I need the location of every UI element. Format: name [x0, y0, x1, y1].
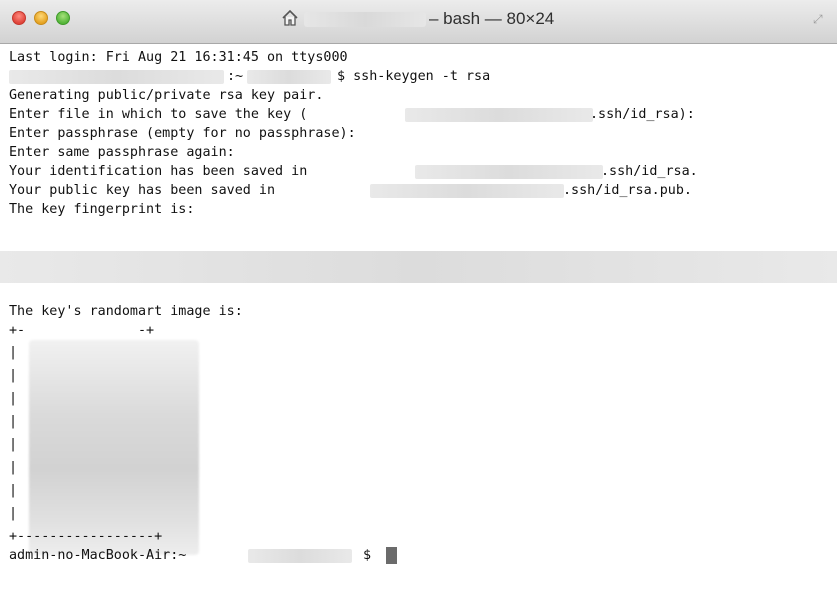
- randomart-bottom-border: +-----------------+: [9, 529, 163, 544]
- window-title-text: – bash — 80×24: [429, 9, 555, 28]
- identification-saved-line: Your identification has been saved in: [9, 164, 308, 179]
- redacted-randomart: [29, 340, 199, 555]
- public-key-saved-line: Your public key has been saved in: [9, 183, 276, 198]
- redacted-hostname: [9, 70, 224, 84]
- enter-file-prompt: Enter file in which to save the key (: [9, 107, 308, 122]
- fullscreen-icon[interactable]: ⤢: [813, 12, 829, 26]
- terminal-content[interactable]: Last login: Fri Aug 21 16:31:45 on ttys0…: [0, 44, 837, 589]
- ssh-keygen-command: $ ssh-keygen -t rsa: [337, 69, 491, 84]
- redacted-fingerprint: [0, 251, 837, 283]
- text-cursor: [386, 547, 397, 564]
- identification-suffix: .ssh/id_rsa.: [601, 164, 698, 179]
- enter-passphrase-line: Enter passphrase (empty for no passphras…: [9, 126, 356, 141]
- house-icon: [282, 9, 298, 26]
- redacted-title-segment: [304, 12, 426, 27]
- redacted-username: [247, 70, 331, 84]
- redacted-username: [248, 549, 352, 563]
- public-key-suffix: .ssh/id_rsa.pub.: [563, 183, 692, 198]
- generating-line: Generating public/private rsa key pair.: [9, 88, 324, 103]
- final-prompt-host: admin-no-MacBook-Air:~: [9, 548, 187, 563]
- redacted-path: [415, 165, 603, 179]
- enter-file-suffix: .ssh/id_rsa):: [590, 107, 695, 122]
- prompt-path: :~: [227, 69, 244, 84]
- redacted-path: [370, 184, 564, 198]
- randomart-top-border: +- -+: [9, 323, 155, 338]
- terminal-window: – bash — 80×24 ⤢ Last login: Fri Aug 21 …: [0, 0, 837, 589]
- last-login-line: Last login: Fri Aug 21 16:31:45 on ttys0…: [9, 50, 348, 65]
- randomart-heading: The key's randomart image is:: [9, 304, 243, 319]
- window-title: – bash — 80×24: [0, 0, 837, 40]
- redacted-path: [405, 108, 593, 122]
- enter-same-passphrase-line: Enter same passphrase again:: [9, 145, 235, 160]
- title-bar[interactable]: – bash — 80×24 ⤢: [0, 0, 837, 44]
- final-prompt-symbol: $: [363, 548, 372, 563]
- fingerprint-line: The key fingerprint is:: [9, 202, 195, 217]
